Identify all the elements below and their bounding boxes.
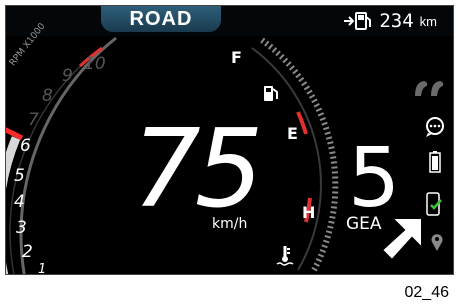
tach-tick-4: 4 (14, 192, 25, 212)
speed-value: 75 (132, 107, 263, 232)
tach-tick-2: 2 (22, 242, 33, 262)
temp-hot-label: H (302, 203, 316, 222)
coolant-temp-icon (276, 246, 294, 266)
fuel-pump-icon (264, 86, 278, 101)
riding-mode-label: ROAD (129, 8, 193, 30)
tach-tick-3: 3 (16, 218, 27, 238)
dashboard-frame: ROAD 234 km RPM X1000 10 9 8 7 6 5 4 3 2… (0, 0, 459, 306)
battery-icon (429, 151, 441, 173)
fuel-range-icon (344, 12, 372, 30)
tach-tick-8: 8 (42, 86, 53, 106)
fuel-empty-label: E (287, 124, 298, 143)
tach-tick-7: 7 (28, 110, 39, 130)
instrument-cluster-screen: ROAD 234 km RPM X1000 10 9 8 7 6 5 4 3 2… (5, 5, 454, 275)
riding-mode-icon (415, 81, 444, 96)
tach-tick-6: 6 (20, 136, 31, 156)
tach-tick-9: 9 (62, 66, 73, 86)
gear-label: GEA (346, 214, 382, 234)
gauge-outer-ticks (260, 37, 339, 272)
fuel-range-display: 234 km (343, 10, 437, 32)
range-unit: km (419, 13, 437, 29)
location-pin-icon[interactable] (430, 232, 444, 252)
phone-connected-icon[interactable] (426, 192, 444, 216)
range-value: 234 (379, 10, 414, 32)
tach-tick-5: 5 (14, 166, 25, 186)
cursor-hand-icon (380, 217, 423, 262)
fuel-full-label: F (231, 48, 242, 67)
message-bubble-icon[interactable] (424, 116, 446, 138)
fuel-red-zone (296, 111, 308, 135)
figure-code: 02_46 (404, 284, 450, 301)
gear-value: 5 (348, 131, 401, 226)
gauge-inner-arc (251, 47, 322, 271)
tach-tick-10: 10 (84, 54, 106, 74)
tach-tick-1: 1 (38, 262, 47, 275)
speed-unit: km/h (212, 216, 248, 232)
